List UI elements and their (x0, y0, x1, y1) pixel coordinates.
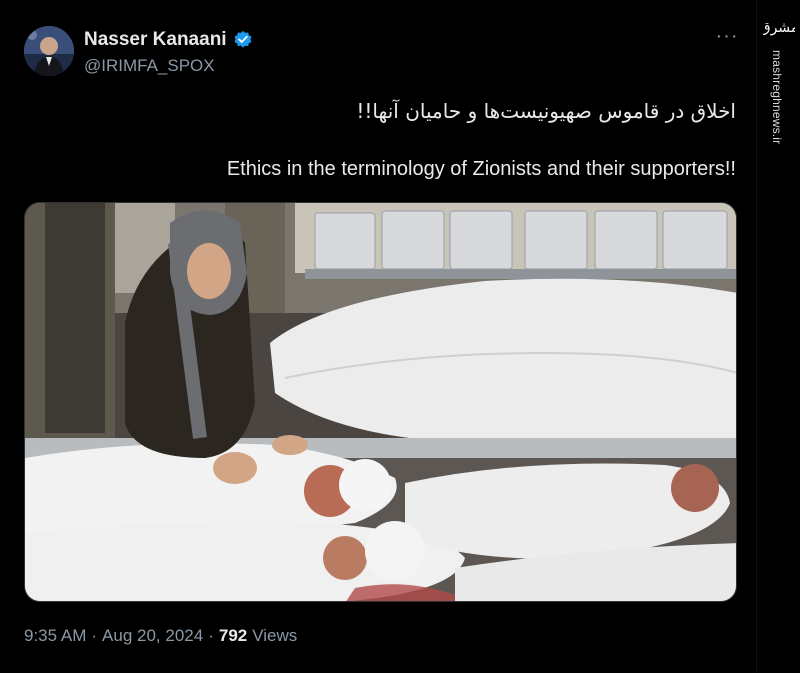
post-date[interactable]: Aug 20, 2024 (102, 626, 203, 646)
views-count[interactable]: 792 (219, 626, 247, 646)
post-text-english: !!Ethics in the terminology of Zionists … (226, 158, 736, 180)
tweet-card: Nasser Kanaani @IRIMFA_SPOX ··· اخلاق در… (0, 0, 756, 673)
meta-separator: · (91, 626, 98, 645)
author-handle[interactable]: @IRIMFA_SPOX (84, 56, 215, 76)
views-label: Views (252, 626, 298, 645)
post-time[interactable]: 9:35 AM (24, 626, 86, 646)
svg-text:مشرق: مشرق (763, 20, 795, 36)
watermark-strip: مشرق mashreghnews.ir (756, 0, 800, 673)
more-options-icon[interactable]: ··· (712, 26, 742, 46)
post-photo[interactable] (24, 202, 737, 602)
watermark-site: mashreghnews.ir (770, 50, 784, 145)
verified-badge-icon (233, 30, 253, 50)
author-avatar[interactable] (24, 26, 74, 76)
post-text-persian: اخلاق در قاموس صهیونیست‌ها و حامیان آنها… (356, 99, 736, 123)
photo-image (25, 203, 736, 601)
author-display-name[interactable]: Nasser Kanaani (84, 29, 227, 51)
mashregh-logo-icon: مشرق (760, 10, 799, 42)
post-meta: 9:35 AM · Aug 20, 2024 · 792 Views (24, 626, 297, 646)
meta-separator: · (208, 626, 214, 645)
